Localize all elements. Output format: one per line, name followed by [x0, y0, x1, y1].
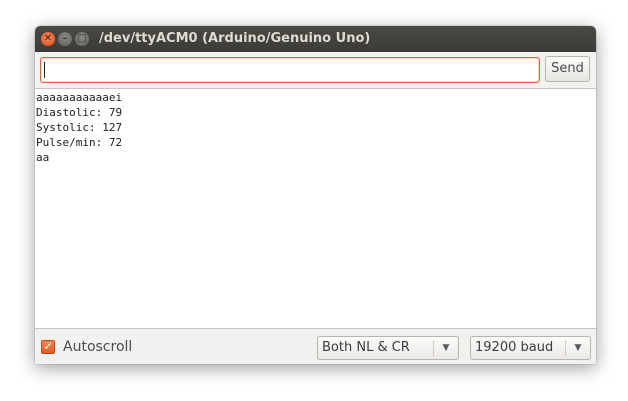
- close-icon[interactable]: ✕: [41, 32, 55, 46]
- line-ending-select[interactable]: Both NL & CR ▼: [317, 336, 459, 360]
- checkmark-icon: ✓: [43, 340, 53, 353]
- console-line: aaaaaaaaaaaei: [36, 91, 123, 104]
- maximize-icon[interactable]: □: [75, 32, 89, 46]
- baud-rate-select[interactable]: 19200 baud ▼: [470, 336, 591, 360]
- combo-separator: [433, 340, 434, 356]
- serial-send-input[interactable]: [40, 57, 540, 83]
- text-caret: [44, 62, 45, 78]
- console-line: Systolic: 127: [36, 121, 123, 134]
- line-ending-value: Both NL & CR: [322, 340, 410, 355]
- status-bar: ✓ Autoscroll Both NL & CR ▼ 19200 baud ▼: [35, 330, 596, 364]
- minimize-icon[interactable]: –: [58, 32, 72, 46]
- combo-separator: [565, 340, 566, 356]
- autoscroll-checkbox[interactable]: ✓: [41, 340, 55, 354]
- send-bar: Send: [35, 52, 596, 89]
- chevron-down-icon[interactable]: ▼: [435, 337, 457, 359]
- serial-output-console[interactable]: aaaaaaaaaaaei Diastolic: 79 Systolic: 12…: [35, 89, 596, 329]
- console-line: Diastolic: 79: [36, 106, 123, 119]
- window-title: /dev/ttyACM0 (Arduino/Genuino Uno): [99, 31, 371, 46]
- chevron-down-icon[interactable]: ▼: [567, 337, 589, 359]
- serial-monitor-window: ✕ – □ /dev/ttyACM0 (Arduino/Genuino Uno)…: [35, 26, 596, 364]
- autoscroll-label[interactable]: Autoscroll: [63, 330, 132, 364]
- console-line: Pulse/min: 72: [36, 136, 123, 149]
- send-button[interactable]: Send: [545, 56, 590, 82]
- title-bar[interactable]: ✕ – □ /dev/ttyACM0 (Arduino/Genuino Uno): [35, 26, 596, 52]
- baud-rate-value: 19200 baud: [475, 340, 554, 355]
- console-line: aa: [36, 151, 50, 164]
